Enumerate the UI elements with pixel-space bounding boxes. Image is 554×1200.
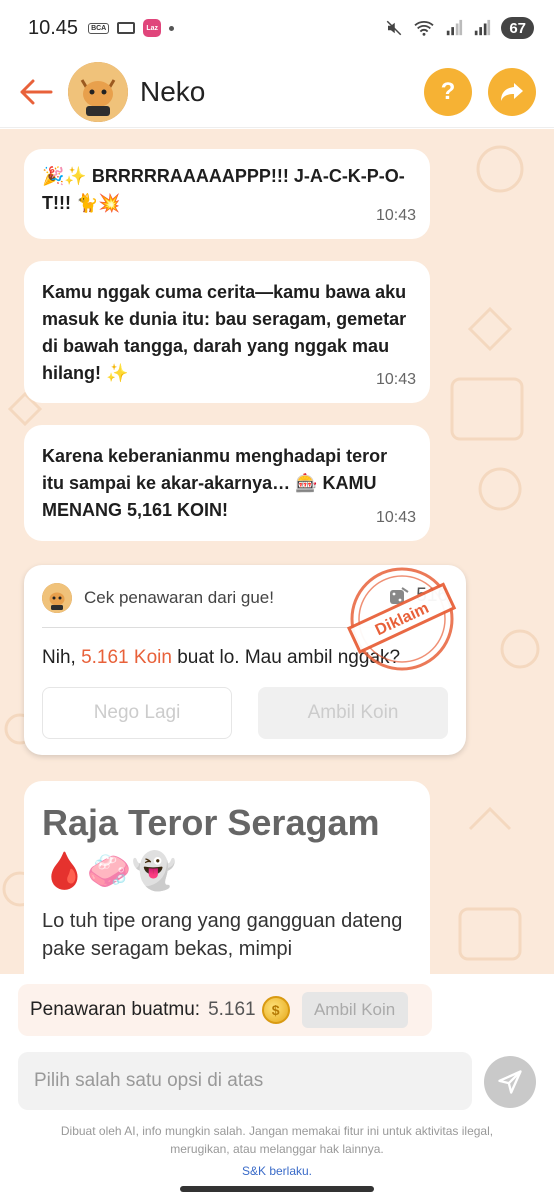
cat-avatar-icon [42,583,72,613]
arrow-left-icon [20,79,53,104]
negotiation-label: Penawaran buatmu: [30,999,201,1020]
result-emoji: 🩸🧼👻 [42,850,177,891]
take-coins-button[interactable]: Ambil Koin [258,687,448,739]
message-bubble: Kamu nggak cuma cerita—kamu bawa aku mas… [24,261,430,403]
result-title: Raja Teror Seragam [42,802,380,843]
bank-notification-icon: BCA [88,22,110,34]
offer-header-text: Cek penawaran dari gue! [84,588,274,607]
status-bar: 10.45 BCA Laz 67 [0,0,554,56]
share-button[interactable] [488,68,536,116]
message-text: Kamu nggak cuma cerita—kamu bawa aku mas… [42,282,407,383]
input-row: Pilih salah satu opsi di atas [0,1044,554,1122]
cat-avatar-icon [68,61,128,122]
nego-again-button[interactable]: Nego Lagi [42,687,232,739]
battery-indicator: 67 [501,17,534,39]
question-icon: ? [440,78,456,105]
app-notification-icon: Laz [143,19,162,37]
share-arrow-icon [501,83,523,101]
message-input[interactable]: Pilih salah satu opsi di atas [18,1052,472,1110]
send-icon [498,1070,522,1094]
disclaimer: Dibuat oleh AI, info mungkin salah. Jang… [0,1122,554,1180]
message-time: 10:43 [375,371,416,388]
back-button[interactable] [16,72,56,112]
chat-area[interactable]: 🎉✨ BRRRRRAAAAAPPP!!! J-A-C-K-P-O-T!!! 🐈💥… [0,129,554,974]
result-bubble: Raja Teror Seragam 🩸🧼👻 Lo tuh tipe orang… [24,781,430,974]
message-text: 🎉✨ BRRRRRAAAAAPPP!!! J-A-C-K-P-O-T!!! 🐈💥 [42,166,405,213]
signal-icon-2 [475,19,491,36]
offer-header: Cek penawaran dari gue! [42,583,274,613]
message-time: 10:43 [375,509,416,526]
negotiation-bar: Penawaran buatmu: 5.161 $ Ambil Koin [0,974,554,1044]
coin-icon: $ [261,996,290,1024]
chat-title: Neko [140,75,206,107]
status-time: 10.45 [28,16,79,39]
offer-text-prefix: Nih, [42,647,82,668]
send-button[interactable] [484,1056,536,1108]
more-notifications-icon [169,25,175,31]
result-body: Lo tuh tipe orang yang gangguan dateng p… [42,910,403,960]
negotiation-amount: 5.161 [208,999,256,1020]
status-icons: 67 [385,17,534,39]
message-bubble: 🎉✨ BRRRRRAAAAAPPP!!! J-A-C-K-P-O-T!!! 🐈💥… [24,149,430,239]
claimed-stamp: Diklaim [346,567,457,671]
message-bubble: Karena keberanianmu menghadapi teror itu… [24,425,430,541]
offer-avatar [42,583,72,613]
terms-link[interactable]: S&K berlaku. [30,1162,524,1180]
avatar[interactable] [68,61,128,122]
negotiation-box: Penawaran buatmu: 5.161 $ Ambil Koin [18,984,432,1036]
mute-icon [387,20,402,36]
chat-header: Neko ? [0,56,554,128]
disclaimer-text: Dibuat oleh AI, info mungkin salah. Jang… [60,1124,494,1156]
message-text: Karena keberanianmu menghadapi teror itu… [42,446,388,520]
home-indicator[interactable] [180,1186,374,1192]
signal-icon [447,19,463,36]
offer-card: Cek penawaran dari gue! 516 Nih, 5.161 K… [24,565,466,755]
offer-amount: 5.161 Koin [81,647,172,668]
message-time: 10:43 [375,207,416,224]
help-button[interactable]: ? [424,68,472,116]
negotiation-take-button[interactable]: Ambil Koin [301,992,408,1028]
wifi-icon [414,21,434,36]
card-notification-icon [117,22,136,34]
